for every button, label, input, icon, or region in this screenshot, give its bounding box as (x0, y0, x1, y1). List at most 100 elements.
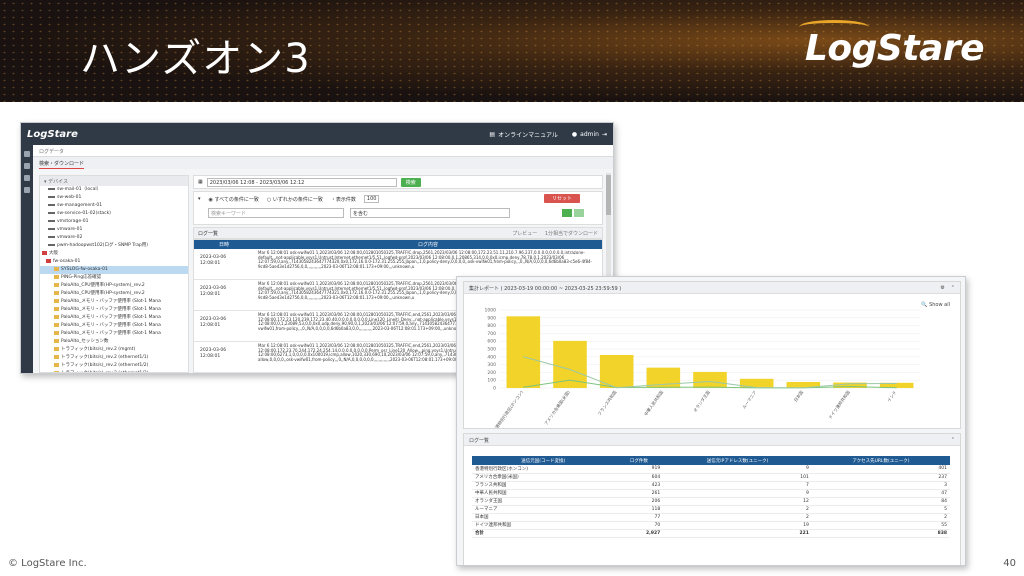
device-tree-item[interactable]: PaloAlto_メモリ・バッファ使用率 (Slot-1 Mana (40, 298, 188, 306)
log-list-tabs: プレビュー 1分相当でダウンロード (506, 230, 598, 237)
device-tree-item[interactable]: PaloAlto_CPU使用率(HP-system)_rev.2 (40, 290, 188, 298)
log-datetime: 2023-03-0612:08:01 (194, 249, 254, 279)
device-tree-item[interactable]: vmstorage-01 (40, 218, 188, 226)
log-list-title: ログ一覧 (198, 230, 219, 237)
device-tree-item[interactable]: トラフィック(bits/s)_rev.2 (ethernet1/2) (40, 362, 188, 370)
device-tree-item[interactable]: PING-Ping応答確認 (40, 274, 188, 282)
device-tree-item-label: トラフィック(bits/s)_rev.2 (mgmt) (61, 347, 136, 352)
add-condition-button[interactable] (562, 209, 572, 217)
scrollbar-thumb[interactable] (606, 175, 611, 215)
book-icon: ▤ (489, 130, 496, 138)
log-datetime: 2023-03-0612:08:01 (194, 373, 254, 374)
filter-toggle-icon[interactable]: ▾ (198, 196, 201, 202)
wrench-icon[interactable] (24, 175, 30, 181)
y-tick-label: 100 (487, 378, 496, 384)
device-tree-item-label: fw-osaka-01 (53, 259, 81, 264)
radio-all-conditions[interactable]: ◉ すべての条件に一致 (209, 196, 259, 203)
summary-row: ドイツ連邦共和国 70 19 55 (472, 521, 950, 530)
y-tick-label: 500 (487, 347, 496, 353)
logout-icon[interactable]: ⇥ (602, 131, 607, 138)
summary-cell: 9 (663, 465, 812, 474)
device-tree-item-label: pwm-hadoopwst102(ログ・SNMP Trap用) (57, 243, 149, 248)
tab-search-download[interactable]: 検索・ダウンロード (39, 161, 85, 169)
folder-icon (54, 314, 59, 319)
y-tick-label: 200 (487, 370, 496, 376)
tab-download[interactable]: 1分相当でダウンロード (545, 231, 598, 237)
device-icon (48, 187, 55, 190)
summary-cell: 2 (663, 505, 812, 514)
device-tree-item[interactable]: fw-osaka-01 (40, 258, 188, 266)
tab-bar: 検索・ダウンロード (33, 157, 613, 169)
x-tick-label: 香港特別行政区(ホンコン) (491, 389, 525, 428)
tab-preview[interactable]: プレビュー (512, 231, 537, 237)
summary-total-row: 合計 2,927 221 838 (472, 528, 950, 538)
x-tick-label: ドイツ連邦共和国 (827, 389, 852, 420)
device-icon (48, 195, 55, 198)
device-icon (48, 235, 55, 238)
device-tree-item[interactable]: 大阪 (40, 250, 188, 258)
device-tree-item[interactable]: SYSLOG-fw-osaka-01 (40, 266, 188, 274)
device-tree-item-label: トラフィック(bits/s)_rev.2 (ethernet1/3) (61, 371, 148, 372)
settings-icon[interactable]: ⚙ (940, 285, 944, 291)
device-tree-item[interactable]: vmware-01 (40, 226, 188, 234)
app-logo[interactable]: LogStare (27, 129, 78, 140)
page-number: 40 (1003, 558, 1016, 569)
summary-row: 中華人民共和国 261 9 47 (472, 489, 950, 498)
slide-title: ハンズオン3 (80, 36, 311, 82)
date-range-input[interactable]: 2023/03/06 12:08 - 2023/03/06 12:12 (206, 177, 397, 187)
device-tree-item[interactable]: トラフィック(bits/s)_rev.2 (mgmt) (40, 346, 188, 354)
device-tree-item-label: vmware-01 (57, 227, 83, 232)
keyword-input[interactable]: 検索キーワード (208, 208, 344, 218)
device-tree-item[interactable]: sw-web-01 (40, 194, 188, 202)
user-menu[interactable]: ● admin ⇥ (572, 131, 607, 138)
device-tree-item-label: PaloAlto_セッション数 (61, 339, 109, 344)
settings-icon[interactable] (24, 187, 30, 193)
collapse-icon[interactable]: ⌃ (951, 437, 955, 443)
device-tree-item[interactable]: PaloAlto_メモリ・バッファ使用率 (Slot-1 Mana (40, 330, 188, 338)
log-time: 12:08:01 (200, 323, 221, 328)
folder-icon (54, 362, 59, 367)
reset-button[interactable]: リセット (543, 194, 580, 203)
search-button[interactable]: 検索 (400, 177, 421, 187)
remove-condition-button[interactable] (574, 209, 584, 217)
collapse-icon[interactable]: ⌃ (951, 285, 955, 291)
log-datetime: 2023-03-0612:08:01 (194, 280, 254, 310)
device-tree-item[interactable]: トラフィック(bits/s)_rev.2 (ethernet1/3) (40, 370, 188, 372)
bar (693, 371, 727, 388)
firewall-icon (46, 258, 51, 263)
col-url-count: アクセス先URL数(ユニーク) (811, 456, 950, 465)
calendar-icon[interactable]: ▦ (198, 179, 203, 185)
x-tick-label: 日本国 (792, 389, 805, 403)
col-src-ip-count: 送信元IPアドレス数(ユニーク) (663, 456, 812, 465)
summary-cell: ルーマニア (472, 505, 615, 514)
device-tree-item[interactable]: pwm-hadoopwst102(ログ・SNMP Trap用) (40, 242, 188, 250)
device-tree-item[interactable]: vmware-02 (40, 234, 188, 242)
match-select[interactable]: を含む (350, 208, 510, 218)
summary-row: オランダ王国 206 12 84 (472, 497, 950, 506)
device-tree-item[interactable]: PaloAlto_メモリ・バッファ使用率 (Slot-1 Mana (40, 314, 188, 322)
log-message: Mar 6 12:08:01 osk-vwifw01 1,2023/03/06 … (258, 250, 592, 269)
search-icon[interactable] (24, 151, 30, 157)
device-tree-item-label: PING-Ping応答確認 (61, 275, 102, 280)
device-tree-item-label: sw-management-01 (57, 203, 103, 208)
device-tree-item[interactable]: PaloAlto_セッション数 (40, 338, 188, 346)
device-tree-item[interactable]: PaloAlto_メモリ・バッファ使用率 (Slot-1 Mana (40, 322, 188, 330)
show-count-select[interactable]: 100 (363, 195, 380, 203)
summary-cell: 206 (614, 497, 664, 506)
folder-icon (54, 282, 59, 287)
radio-any-condition[interactable]: ○ いずれかの条件に一致 (267, 196, 323, 203)
device-tree-item[interactable]: PaloAlto_CPU使用率(HP-system)_rev.2 (40, 282, 188, 290)
device-tree-item[interactable]: トラフィック(bits/s)_rev.2 (ethernet1/1) (40, 354, 188, 362)
device-tree-item[interactable]: sw-management-01 (40, 202, 188, 210)
breadcrumb: ログデータ (33, 145, 613, 157)
device-tree-item[interactable]: sw-mail-01（local） (40, 186, 188, 194)
device-tree-item[interactable]: sw-service-01-02(stack) (40, 210, 188, 218)
manual-link[interactable]: ▤ オンラインマニュアル (489, 130, 558, 139)
device-tree-title: デバイス (48, 179, 68, 185)
y-tick-label: 800 (487, 323, 496, 329)
device-tree-item[interactable]: PaloAlto_メモリ・バッファ使用率 (Slot-1 Mana (40, 306, 188, 314)
device-tree-item-label: PaloAlto_CPU使用率(HP-system)_rev.2 (61, 291, 145, 296)
summary-cell: 70 (614, 521, 664, 530)
monitor-icon[interactable] (24, 163, 30, 169)
summary-cell: 日本国 (472, 513, 615, 522)
